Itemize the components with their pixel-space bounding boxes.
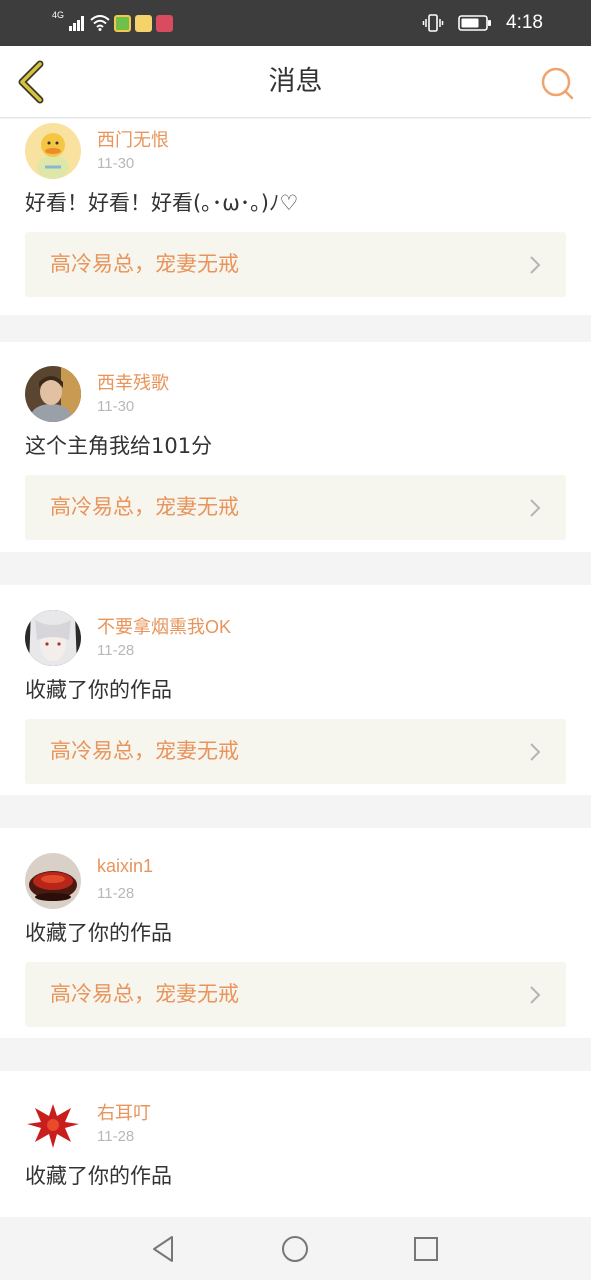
- chevron-right-icon: [530, 986, 541, 1004]
- comment-text: 收藏了你的作品: [25, 1164, 172, 1188]
- duck-avatar-image: [25, 123, 81, 179]
- chevron-right-icon: [530, 256, 541, 274]
- anime-avatar-image: [25, 610, 81, 666]
- message-card: 西门无恨 11-30 好看！好看！好看(｡･ω･｡)ﾉ♡ 高冷易总，宠妻无戒: [0, 119, 591, 315]
- work-title: 高冷易总，宠妻无戒: [50, 982, 239, 1006]
- chevron-right-icon: [530, 499, 541, 517]
- message-date: 11-30: [97, 398, 135, 415]
- page-title: 消息: [268, 66, 323, 97]
- message-card: 西幸残歌 11-30 这个主角我给101分 高冷易总，宠妻无戒: [0, 342, 591, 552]
- back-button[interactable]: [14, 60, 50, 104]
- avatar[interactable]: [25, 853, 81, 909]
- username[interactable]: 右耳叮: [97, 1099, 151, 1125]
- search-icon: [541, 67, 574, 100]
- status-left: 4G: [52, 10, 174, 34]
- username[interactable]: kaixin1: [97, 856, 153, 877]
- nav-back-button[interactable]: [148, 1233, 180, 1265]
- search-button[interactable]: [538, 64, 576, 102]
- recents-square-icon: [414, 1237, 438, 1261]
- chevron-left-icon: [18, 60, 44, 104]
- wifi-icon: [90, 15, 110, 31]
- nav-home-button[interactable]: [279, 1233, 311, 1265]
- vibrate-icon: [422, 14, 444, 32]
- work-title: 高冷易总，宠妻无戒: [50, 495, 239, 519]
- app-notification-icon: [156, 14, 174, 32]
- avatar[interactable]: [25, 1096, 81, 1152]
- home-circle-icon: [282, 1236, 308, 1262]
- back-triangle-icon: [153, 1236, 173, 1262]
- username[interactable]: 西幸残歌: [97, 369, 169, 395]
- avatar[interactable]: [25, 610, 81, 666]
- message-card: 右耳叮 11-28 收藏了你的作品: [0, 1071, 591, 1217]
- comment-text: 这个主角我给101分: [25, 434, 213, 458]
- app-header: 消息: [0, 46, 591, 118]
- message-date: 11-28: [97, 1128, 135, 1145]
- clock-time: 4:18: [506, 12, 543, 33]
- message-date: 11-28: [97, 642, 135, 659]
- nav-recents-button[interactable]: [410, 1233, 442, 1265]
- status-bar: 4G 4:18: [0, 0, 591, 46]
- work-title: 高冷易总，宠妻无戒: [50, 739, 239, 763]
- signal-icon: [69, 16, 85, 31]
- username[interactable]: 西门无恨: [97, 126, 169, 152]
- chevron-right-icon: [530, 743, 541, 761]
- message-card: 不要拿烟熏我OK 11-28 收藏了你的作品 高冷易总，宠妻无戒: [0, 585, 591, 795]
- message-list[interactable]: 西门无恨 11-30 好看！好看！好看(｡･ω･｡)ﾉ♡ 高冷易总，宠妻无戒 西…: [0, 119, 591, 1217]
- work-title: 高冷易总，宠妻无戒: [50, 252, 239, 276]
- app-notification-icon: [135, 14, 153, 32]
- teapot-avatar-image: [25, 853, 81, 909]
- status-right: 4:18: [422, 10, 543, 36]
- message-card: kaixin1 11-28 收藏了你的作品 高冷易总，宠妻无戒: [0, 828, 591, 1038]
- comment-text: 收藏了你的作品: [25, 921, 172, 945]
- avatar[interactable]: [25, 123, 81, 179]
- work-link[interactable]: 高冷易总，宠妻无戒: [25, 719, 566, 784]
- message-date: 11-28: [97, 885, 135, 902]
- comment-text: 收藏了你的作品: [25, 678, 172, 702]
- phoenix-avatar-image: [25, 1096, 81, 1152]
- boy-avatar-image: [25, 366, 81, 422]
- avatar[interactable]: [25, 366, 81, 422]
- network-label: 4G: [52, 10, 65, 20]
- message-date: 11-30: [97, 155, 135, 172]
- username[interactable]: 不要拿烟熏我OK: [97, 613, 231, 639]
- battery-icon: [458, 15, 492, 31]
- app-notification-icon: [114, 14, 132, 32]
- comment-text: 好看！好看！好看(｡･ω･｡)ﾉ♡: [25, 191, 299, 215]
- work-link[interactable]: 高冷易总，宠妻无戒: [25, 962, 566, 1027]
- system-nav-bar: [0, 1217, 591, 1280]
- work-link[interactable]: 高冷易总，宠妻无戒: [25, 475, 566, 540]
- work-link[interactable]: 高冷易总，宠妻无戒: [25, 232, 566, 297]
